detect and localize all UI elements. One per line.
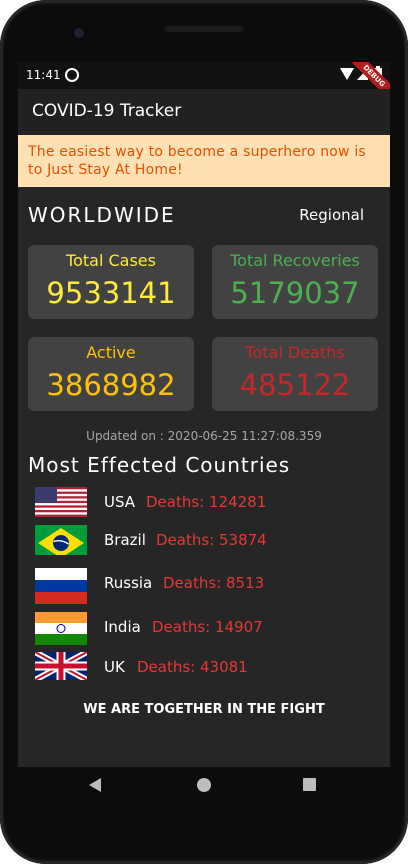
total-deaths-label: Total Deaths <box>245 343 345 362</box>
country-deaths: Deaths: 8513 <box>163 574 265 592</box>
country-row[interactable]: Brazil Deaths: 53874 <box>35 525 365 557</box>
countries-heading: Most Effected Countries <box>28 453 291 477</box>
country-name: Brazil <box>104 531 146 549</box>
country-name: India <box>104 618 141 636</box>
india-flag-icon <box>35 612 87 645</box>
info-banner: The easiest way to become a superhero no… <box>18 135 390 187</box>
app-screen: 11:41 DEBUG COVID-19 Tracker The easiest… <box>18 62 390 767</box>
total-deaths-value: 485122 <box>239 368 351 402</box>
total-cases-label: Total Cases <box>66 251 156 270</box>
status-time: 11:41 <box>26 68 61 82</box>
total-recoveries-card: Total Recoveries 5179037 <box>212 245 378 319</box>
country-row[interactable]: USA Deaths: 124281 <box>35 487 365 519</box>
app-bar: COVID-19 Tracker <box>18 89 390 135</box>
updated-timestamp: Updated on : 2020-06-25 11:27:08.359 <box>86 429 322 443</box>
wifi-icon <box>340 68 354 80</box>
front-camera <box>74 28 84 38</box>
regional-button[interactable]: Regional <box>299 206 364 224</box>
earpiece-speaker <box>164 26 244 32</box>
country-name: USA <box>104 493 136 511</box>
banner-text: The easiest way to become a superhero no… <box>28 144 366 178</box>
country-name: UK <box>104 658 125 676</box>
total-cases-card: Total Cases 9533141 <box>28 245 194 319</box>
back-icon[interactable] <box>89 778 101 792</box>
recents-icon[interactable] <box>303 778 316 791</box>
country-deaths: Deaths: 53874 <box>156 531 267 549</box>
status-bar: 11:41 DEBUG <box>18 62 390 102</box>
country-deaths: Deaths: 124281 <box>146 493 267 511</box>
total-cases-value: 9533141 <box>46 276 176 310</box>
country-row[interactable]: Russia Deaths: 8513 <box>35 568 365 604</box>
active-label: Active <box>86 343 136 362</box>
total-recoveries-value: 5179037 <box>230 276 360 310</box>
worldwide-heading: WORLDWIDE <box>28 203 176 227</box>
active-card: Active 3868982 <box>28 337 194 411</box>
uk-flag-icon <box>35 652 87 680</box>
android-nav-bar <box>0 767 408 807</box>
footer-message: WE ARE TOGETHER IN THE FIGHT <box>83 702 325 717</box>
russia-flag-icon <box>35 568 87 604</box>
total-recoveries-label: Total Recoveries <box>230 251 360 270</box>
home-icon[interactable] <box>197 778 211 792</box>
app-title: COVID-19 Tracker <box>32 101 182 121</box>
sync-icon <box>65 68 79 82</box>
country-deaths: Deaths: 14907 <box>152 618 263 636</box>
phone-frame: 11:41 DEBUG COVID-19 Tracker The easiest… <box>0 0 408 864</box>
country-row[interactable]: UK Deaths: 43081 <box>35 652 365 684</box>
country-name: Russia <box>104 574 153 592</box>
country-deaths: Deaths: 43081 <box>137 658 248 676</box>
us-flag-icon <box>35 487 87 517</box>
active-value: 3868982 <box>46 368 176 402</box>
country-row[interactable]: India Deaths: 14907 <box>35 612 365 645</box>
total-deaths-card: Total Deaths 485122 <box>212 337 378 411</box>
brazil-flag-icon <box>35 525 87 555</box>
